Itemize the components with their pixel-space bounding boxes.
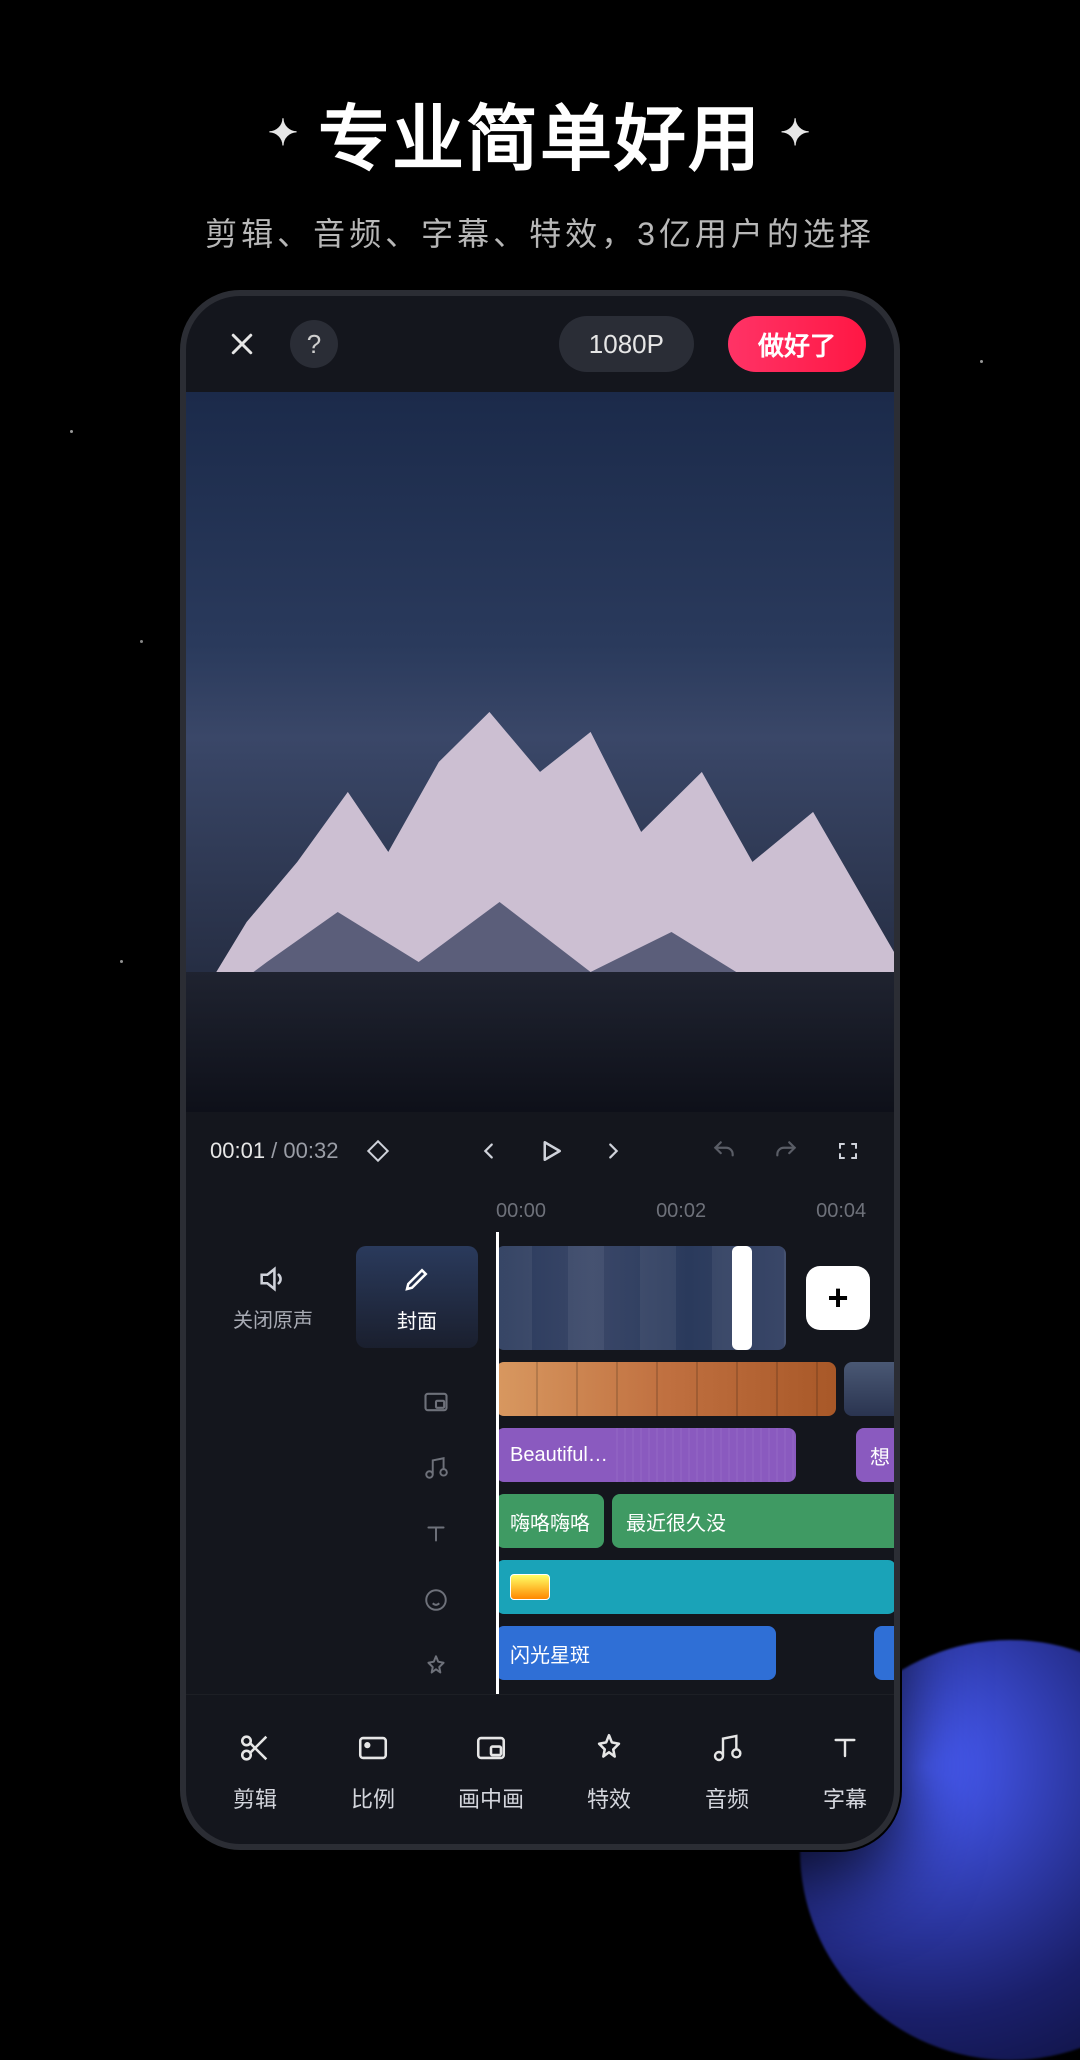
tool-pip[interactable]: 画中画: [432, 1726, 550, 1814]
sparkle-icon: ✦: [780, 112, 812, 154]
tool-effects[interactable]: 特效: [550, 1726, 668, 1814]
playback-controls: 00:01 / 00:32: [186, 1112, 894, 1190]
phone-frame: ? 1080P 做好了 00:01 / 00:32: [180, 290, 900, 1850]
text-track-icon[interactable]: [406, 1514, 466, 1554]
scissors-icon: [238, 1726, 272, 1770]
tool-ratio[interactable]: 比例: [314, 1726, 432, 1814]
tool-subtitle[interactable]: 字幕: [786, 1726, 900, 1814]
audio-track-icon[interactable]: [406, 1448, 466, 1488]
timeline-ruler[interactable]: 00:00 00:02 00:04: [186, 1190, 894, 1232]
mute-button[interactable]: 关闭原声: [212, 1246, 334, 1348]
sticker-track[interactable]: [496, 1560, 894, 1614]
pip-track-icon[interactable]: [406, 1382, 466, 1422]
time-current: 00:01 / 00:32: [210, 1138, 338, 1164]
ruler-tick: 00:00: [496, 1200, 546, 1223]
playhead[interactable]: [496, 1232, 499, 1694]
aspect-ratio-icon: [356, 1726, 390, 1770]
resolution-button[interactable]: 1080P: [559, 316, 694, 372]
help-button[interactable]: ?: [290, 320, 338, 368]
sticker-clip[interactable]: [496, 1560, 894, 1614]
effect-clip[interactable]: 闪光星斑: [496, 1626, 776, 1680]
bottom-toolbar: 剪辑 比例 画中画 特效 音频 字幕 贴: [186, 1694, 894, 1844]
timeline-left-column: 关闭原声 封面: [186, 1232, 496, 1694]
text-track[interactable]: 嗨咯嗨咯 最近很久没: [496, 1494, 894, 1548]
close-icon[interactable]: [214, 316, 270, 372]
pip-clip[interactable]: [844, 1362, 894, 1416]
topbar: ? 1080P 做好了: [186, 296, 894, 392]
timeline-tracks[interactable]: + Beautiful… 想 嗨咯嗨咯 最近很久没 闪光星斑: [496, 1232, 894, 1694]
keyframe-icon[interactable]: [356, 1129, 400, 1173]
audio-clip[interactable]: 想: [856, 1428, 894, 1482]
sticker-track-icon[interactable]: [406, 1580, 466, 1620]
audio-track[interactable]: Beautiful… 想: [496, 1428, 894, 1482]
effect-track[interactable]: 闪光星斑: [496, 1626, 894, 1680]
track-type-icons: [186, 1362, 496, 1686]
text-clip[interactable]: 嗨咯嗨咯: [496, 1494, 604, 1548]
pip-track[interactable]: [496, 1362, 894, 1416]
undo-icon[interactable]: [702, 1129, 746, 1173]
redo-icon[interactable]: [764, 1129, 808, 1173]
clip-handle[interactable]: [732, 1246, 752, 1350]
video-preview[interactable]: [186, 392, 894, 1112]
prev-frame-icon[interactable]: [467, 1129, 511, 1173]
ruler-tick: 00:04: [816, 1200, 866, 1223]
pip-icon: [474, 1726, 508, 1770]
next-frame-icon[interactable]: [591, 1129, 635, 1173]
video-track[interactable]: +: [496, 1246, 894, 1350]
preview-foothills: [186, 972, 894, 1112]
text-icon: [829, 1726, 861, 1770]
audio-clip[interactable]: Beautiful…: [496, 1428, 796, 1482]
play-icon[interactable]: [529, 1129, 573, 1173]
text-clip[interactable]: 最近很久没: [612, 1494, 894, 1548]
effect-clip[interactable]: [874, 1626, 894, 1680]
timeline: 关闭原声 封面: [186, 1232, 894, 1694]
tool-edit[interactable]: 剪辑: [196, 1726, 314, 1814]
effect-track-icon[interactable]: [406, 1646, 466, 1686]
tool-audio[interactable]: 音频: [668, 1726, 786, 1814]
ruler-tick: 00:02: [656, 1200, 706, 1223]
pip-clip[interactable]: [496, 1362, 836, 1416]
sparkle-icon: ✦: [268, 112, 300, 154]
video-clip[interactable]: [496, 1246, 786, 1350]
star-icon: [592, 1726, 626, 1770]
done-button[interactable]: 做好了: [728, 316, 866, 372]
edit-icon: [402, 1264, 432, 1294]
sticker-thumb: [510, 1574, 550, 1600]
music-icon: [711, 1726, 743, 1770]
add-clip-button[interactable]: +: [806, 1266, 870, 1330]
fullscreen-icon[interactable]: [826, 1129, 870, 1173]
cover-button[interactable]: 封面: [356, 1246, 478, 1348]
